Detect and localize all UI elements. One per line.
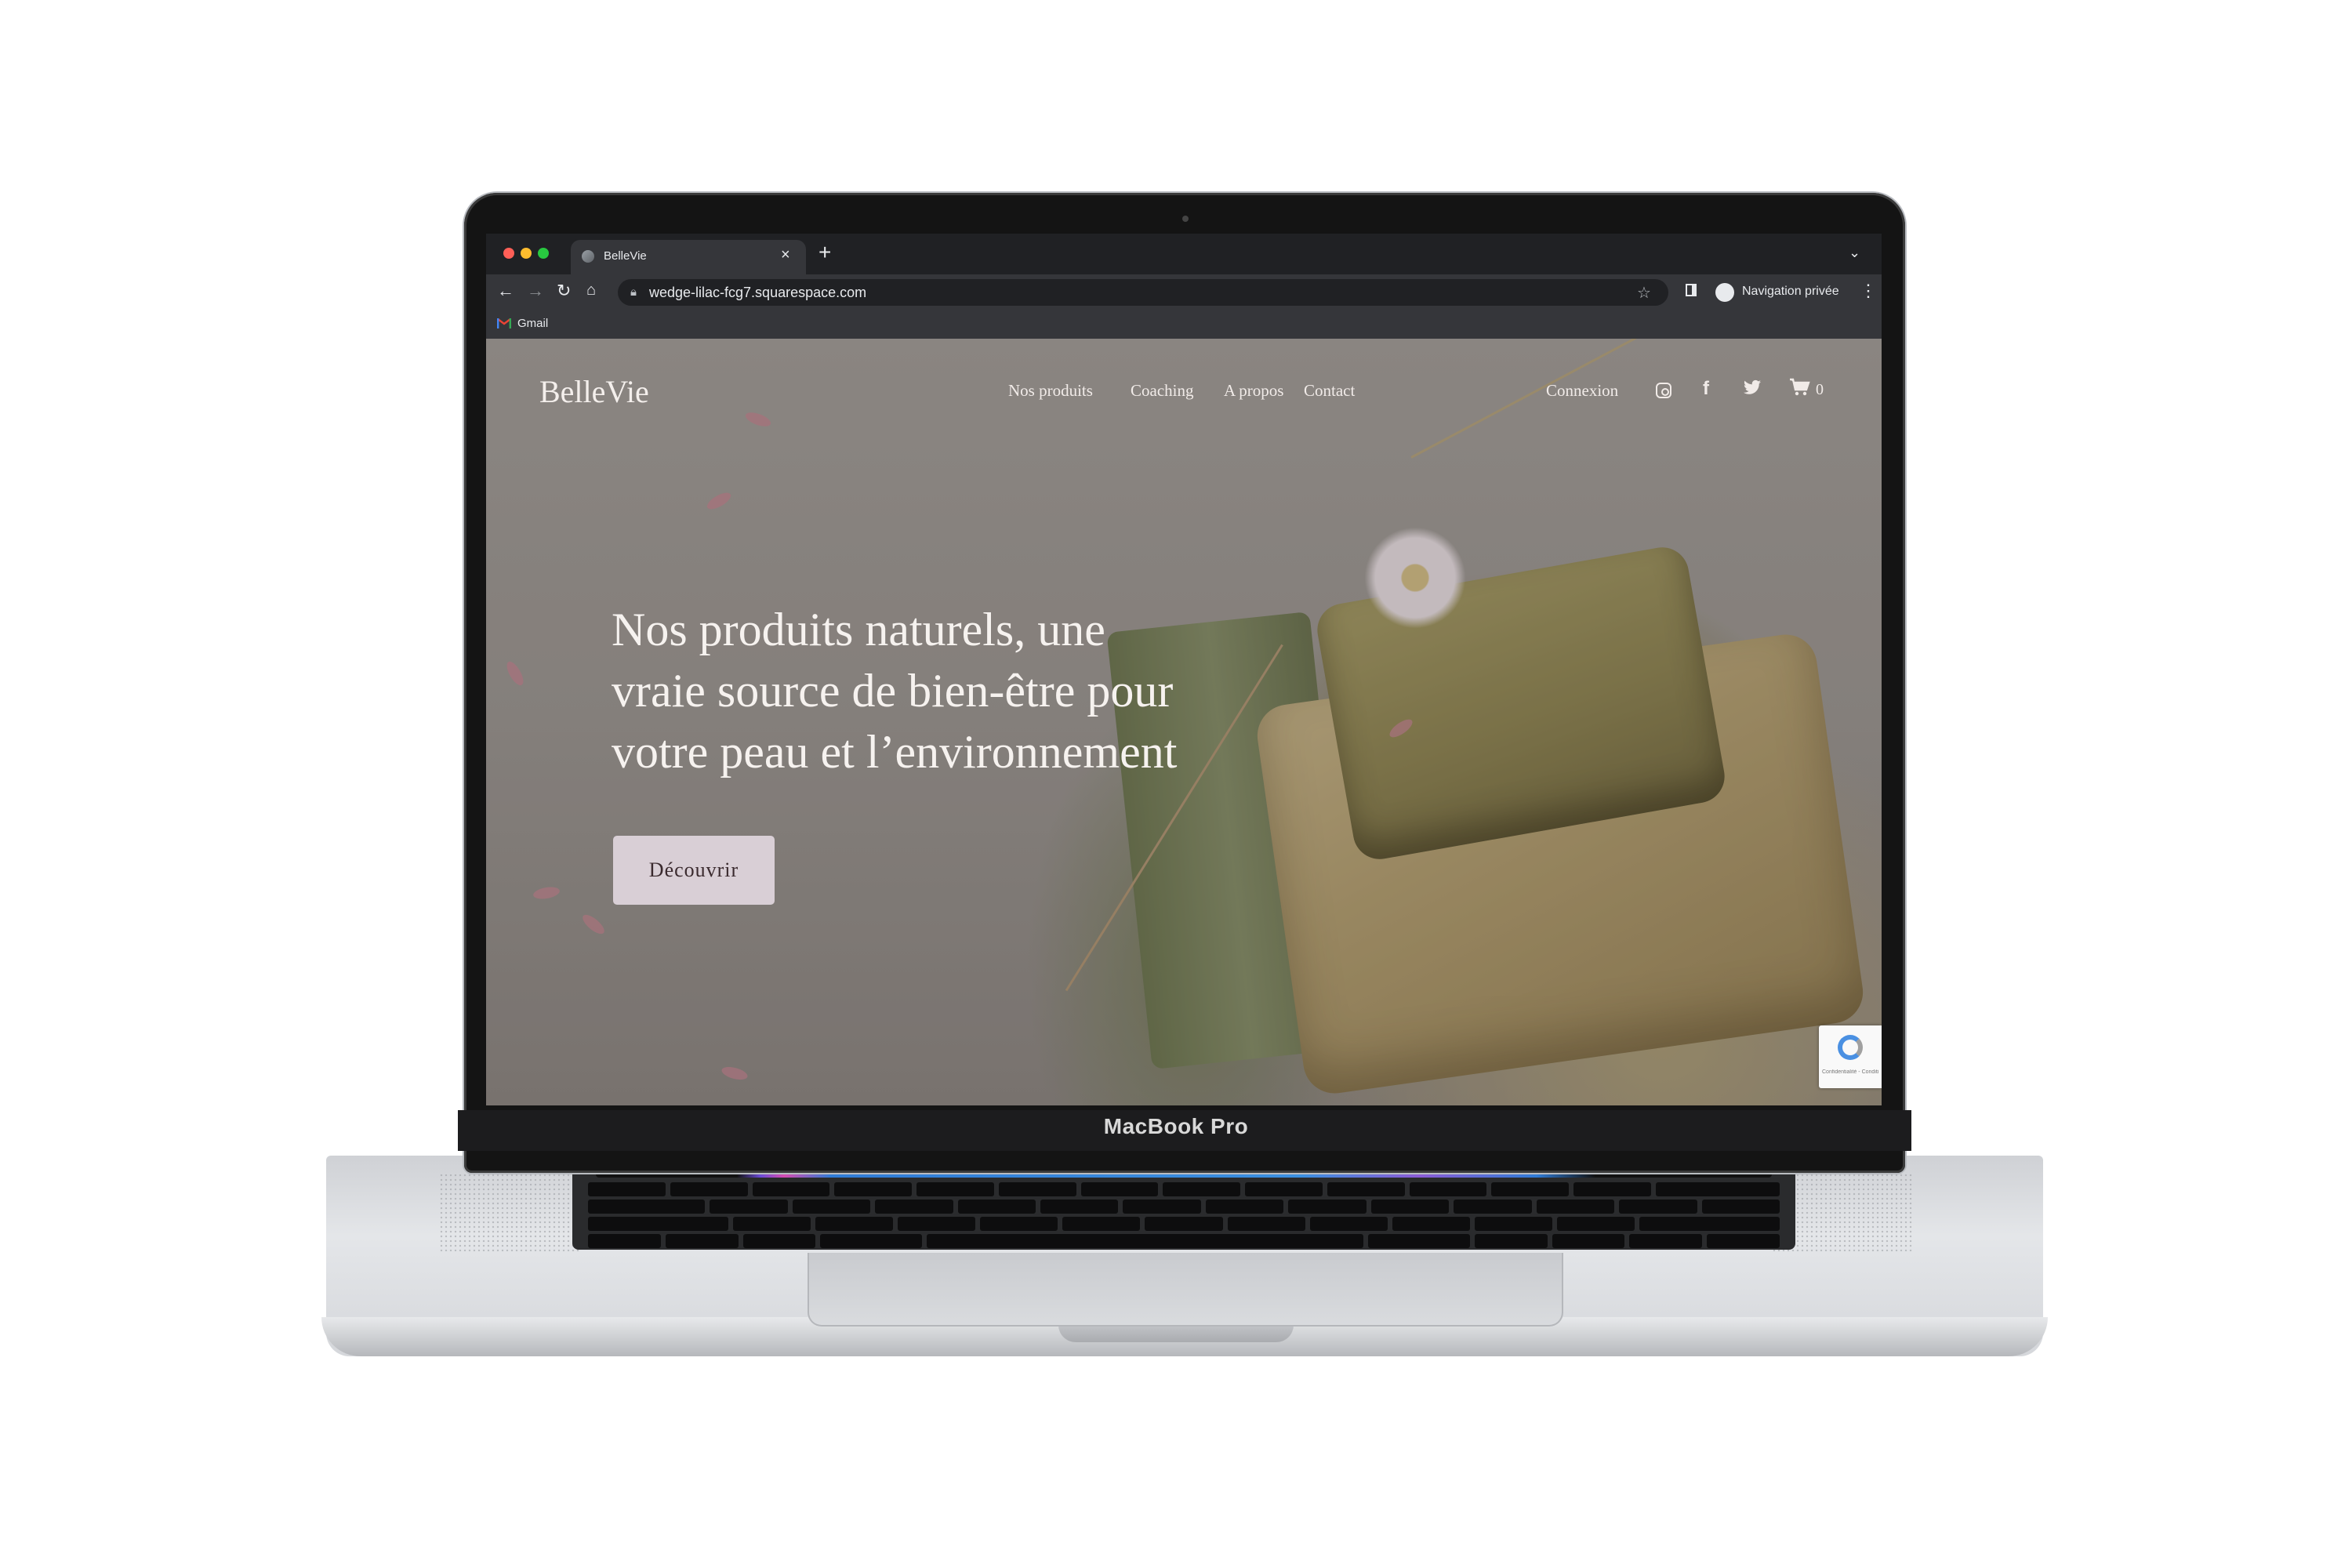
back-icon[interactable]: ← [497, 281, 514, 301]
screen: BelleVie × + ⌄ ← → ↻ ⌂ 🔒︎ wedge-lilac-fc… [486, 234, 1882, 1105]
keyboard-row [588, 1234, 1780, 1248]
cart-count[interactable]: 0 [1816, 381, 1824, 399]
tab-title: BelleVie [604, 249, 647, 263]
nav-link-produits[interactable]: Nos produits [1008, 381, 1093, 401]
window-minimize-button[interactable] [521, 248, 532, 259]
browser-tab[interactable]: BelleVie × [571, 240, 806, 274]
recaptcha-badge[interactable]: Confidentialité - Conditions [1819, 1025, 1882, 1088]
laptop-opening-notch [1058, 1325, 1294, 1342]
lock-icon: 🔒︎ [630, 285, 637, 299]
window-close-button[interactable] [503, 248, 514, 259]
hero-title: Nos produits naturels, une vraie source … [612, 604, 1178, 778]
reload-icon[interactable]: ↻ [557, 281, 571, 301]
forward-icon[interactable]: → [527, 281, 544, 301]
url-text[interactable]: wedge-lilac-fcg7.squarespace.com [649, 285, 866, 301]
incognito-icon[interactable] [1715, 283, 1734, 302]
bookmarks-bar: Gmail [486, 310, 1882, 339]
nav-link-contact[interactable]: Contact [1304, 381, 1355, 401]
tab-search-icon[interactable]: ⌄ [1849, 245, 1860, 261]
recaptcha-terms: Confidentialité - Conditions [1822, 1069, 1878, 1075]
instagram-lens [1661, 388, 1669, 396]
camera-icon [1182, 216, 1189, 222]
window-zoom-button[interactable] [538, 248, 549, 259]
gmail-icon [497, 318, 511, 328]
tab-close-icon[interactable]: × [781, 246, 790, 264]
address-bar[interactable]: 🔒︎ wedge-lilac-fcg7.squarespace.com ☆ [618, 279, 1668, 306]
facebook-icon[interactable]: f [1703, 378, 1709, 400]
login-link[interactable]: Connexion [1546, 381, 1618, 401]
nav-link-coaching[interactable]: Coaching [1131, 381, 1193, 401]
favicon-icon [582, 250, 594, 263]
laptop-model-label: MacBook Pro [1103, 1114, 1249, 1138]
discover-button[interactable]: Découvrir [613, 836, 775, 905]
site-logo[interactable]: BelleVie [539, 373, 649, 410]
browser-toolbar: ← → ↻ ⌂ 🔒︎ wedge-lilac-fcg7.squarespace.… [486, 274, 1882, 310]
incognito-label[interactable]: Navigation privée [1742, 285, 1839, 299]
keyboard-row [588, 1217, 1780, 1231]
bookmark-gmail[interactable]: Gmail [517, 317, 548, 330]
bookmark-star-icon[interactable]: ☆ [1637, 283, 1651, 303]
twitter-icon[interactable] [1744, 379, 1761, 395]
keyboard-row [588, 1182, 1780, 1196]
website-hero: BelleVie Nos produits Coaching A propos … [486, 339, 1882, 1105]
home-icon[interactable]: ⌂ [586, 281, 596, 299]
keyboard-row [588, 1200, 1780, 1214]
new-tab-button[interactable]: + [818, 240, 831, 265]
instagram-icon[interactable] [1656, 383, 1671, 398]
trackpad [808, 1253, 1563, 1327]
nav-link-apropos[interactable]: A propos [1224, 381, 1283, 401]
side-panel-icon[interactable] [1686, 284, 1697, 296]
browser-tab-strip: BelleVie × + ⌄ [486, 234, 1882, 274]
cart-icon[interactable] [1789, 378, 1811, 397]
browser-menu-icon[interactable]: ⋮ [1860, 281, 1877, 301]
speaker-grille-left [439, 1173, 580, 1251]
recaptcha-icon [1838, 1035, 1863, 1060]
